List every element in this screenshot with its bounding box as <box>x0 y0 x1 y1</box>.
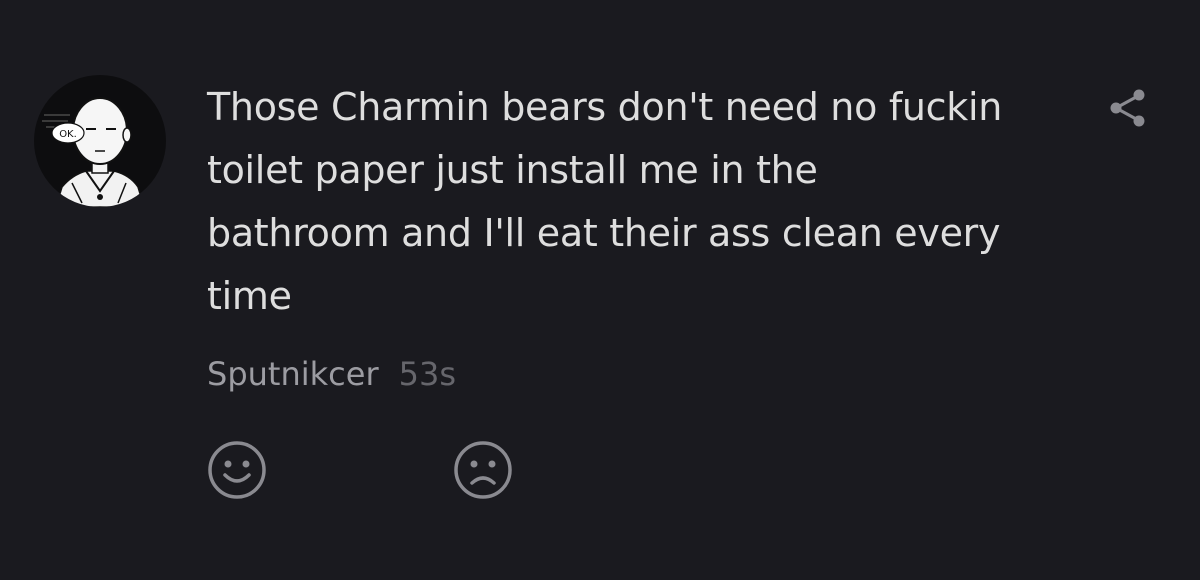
bald-hero-avatar-icon: OK. <box>42 97 145 207</box>
avatar-badge-text: OK. <box>59 129 77 140</box>
comment-meta: Sputnikcer 53s <box>207 352 456 396</box>
smiley-face-icon <box>208 441 266 499</box>
user-avatar[interactable]: OK. <box>34 75 166 207</box>
share-button[interactable] <box>1106 86 1150 130</box>
comment-text: Those Charmin bears don't need no fuckin… <box>207 85 1003 318</box>
author-name[interactable]: Sputnikcer <box>207 355 379 393</box>
dislike-reaction-button[interactable] <box>451 438 515 502</box>
comment-card: OK. Those Charmin bears don't need no fu… <box>0 0 1200 580</box>
frowny-face-icon <box>454 441 512 499</box>
like-reaction-button[interactable] <box>205 438 269 502</box>
timestamp: 53s <box>398 355 456 393</box>
share-icon <box>1110 89 1145 127</box>
